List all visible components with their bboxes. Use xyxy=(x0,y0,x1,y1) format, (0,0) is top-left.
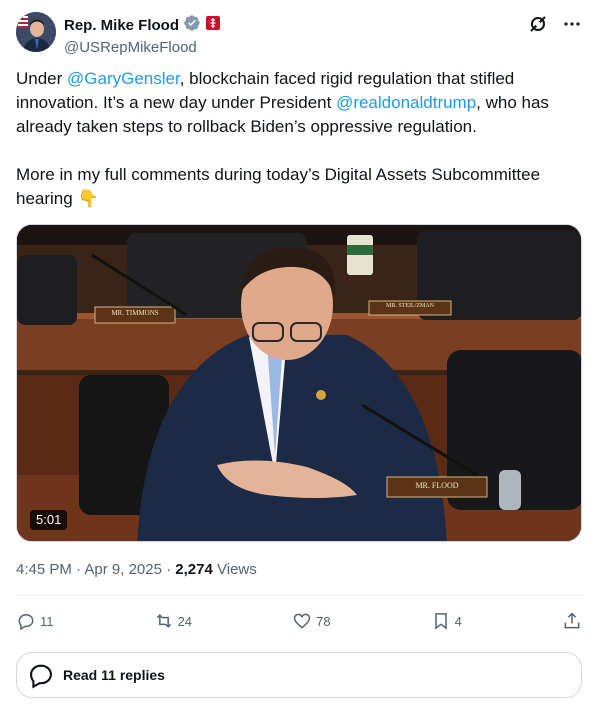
repost-count: 24 xyxy=(177,613,193,629)
reply-count: 11 xyxy=(40,613,54,629)
tweet-time[interactable]: 4:45 PM xyxy=(16,561,72,578)
mention-link[interactable]: @GaryGensler xyxy=(67,69,180,88)
bookmark-count: 4 xyxy=(454,613,462,629)
views-label: Views xyxy=(212,561,257,578)
repost-icon xyxy=(156,614,171,628)
more-options-icon[interactable] xyxy=(562,14,582,39)
read-replies-button[interactable]: Read 11 replies xyxy=(16,652,582,698)
share-icon xyxy=(564,612,580,629)
video-frame xyxy=(17,225,581,541)
nameplate-label: MR. TIMMONS xyxy=(111,309,159,317)
tweet-date[interactable]: Apr 9, 2025 xyxy=(84,561,162,578)
meta-separator: · xyxy=(161,561,176,578)
repost-button[interactable]: 24 xyxy=(154,611,192,631)
tweet-text-part: Under xyxy=(16,69,68,88)
reply-button[interactable]: 11 xyxy=(16,611,54,631)
nameplate-label: MR. STEIL/ZMAN xyxy=(386,303,434,309)
tweet-header: Rep. Mike Flood @USRepMikeFlood xyxy=(16,12,582,56)
pointing-down-emoji: 👇 xyxy=(77,189,99,208)
verified-badge-icon[interactable] xyxy=(183,14,201,37)
tweet-meta: 4:45 PM · Apr 9, 2025 · 2,274 Views xyxy=(16,560,257,580)
tweet-text: Under @GaryGensler, blockchain faced rig… xyxy=(16,67,582,211)
reply-bubble-icon xyxy=(30,664,52,689)
views-count: 2,274 xyxy=(175,561,213,578)
bookmark-button[interactable]: 4 xyxy=(431,611,462,631)
bookmark-icon xyxy=(434,613,447,630)
display-name[interactable]: Rep. Mike Flood xyxy=(64,17,179,35)
share-button[interactable] xyxy=(562,611,582,631)
author-names: Rep. Mike Flood @USRepMikeFlood xyxy=(64,14,221,58)
mention-link[interactable]: @realdonaldtrump xyxy=(336,93,476,112)
grok-icon[interactable] xyxy=(528,14,548,39)
reply-icon xyxy=(18,613,34,631)
video-player[interactable]: MR. TIMMONS MR. STEIL/ZMAN MR. FLOOD xyxy=(16,224,582,542)
heart-icon xyxy=(293,613,311,629)
like-button[interactable]: 78 xyxy=(292,611,331,631)
like-count: 78 xyxy=(316,613,331,629)
video-duration: 5:01 xyxy=(30,510,68,530)
action-bar: 11 24 78 4 xyxy=(16,606,582,636)
divider xyxy=(16,595,582,596)
meta-separator: · xyxy=(71,561,85,578)
read-replies-label: Read 11 replies xyxy=(63,667,165,683)
nameplate-label: MR. FLOOD xyxy=(415,481,459,490)
congress-affiliate-icon[interactable] xyxy=(205,15,221,36)
header-actions xyxy=(528,14,582,39)
author-handle[interactable]: @USRepMikeFlood xyxy=(64,38,221,58)
avatar[interactable] xyxy=(16,12,56,52)
